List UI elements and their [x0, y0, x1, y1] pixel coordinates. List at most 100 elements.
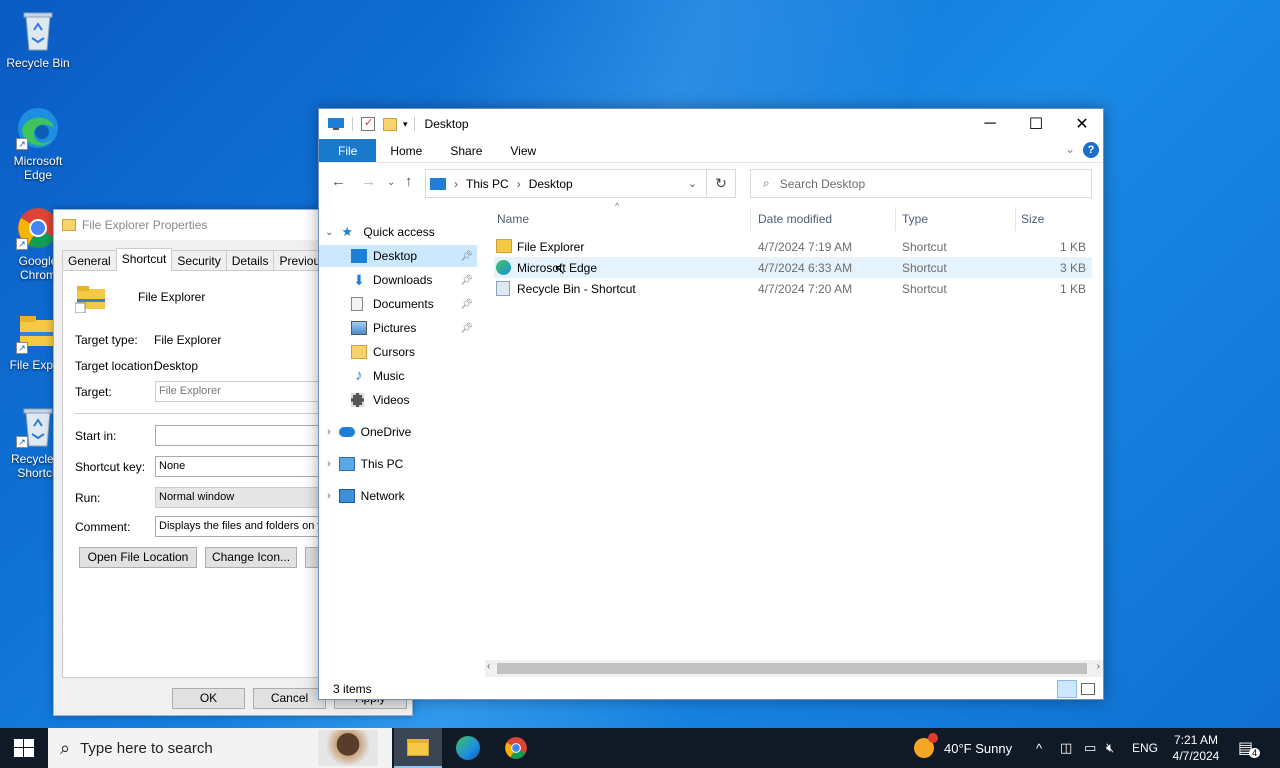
weather-widget[interactable]: 40°F Sunny — [914, 728, 1012, 768]
tab-shortcut[interactable]: Shortcut — [115, 248, 173, 271]
tab-security[interactable]: Security — [171, 250, 227, 271]
show-hidden-icons-icon[interactable]: ^ — [1036, 728, 1042, 768]
file-size: 1 KB — [1059, 239, 1086, 254]
file-size: 3 KB — [1059, 260, 1086, 275]
search-input[interactable]: Search Desktop — [780, 177, 865, 191]
file-date: 4/7/2024 7:20 AM — [758, 281, 853, 296]
clock[interactable]: 7:21 AM 4/7/2024 — [1166, 728, 1226, 768]
chevron-right-icon[interactable]: › — [327, 490, 331, 502]
close-icon[interactable]: ✕ — [1059, 109, 1105, 139]
weather-text: 40°F Sunny — [944, 740, 1013, 756]
taskbar-edge[interactable] — [444, 728, 492, 768]
chevron-right-icon[interactable]: › — [327, 426, 331, 438]
desktop-icon-label: Recycle Bin — [6, 56, 70, 70]
large-icons-view-icon[interactable] — [1081, 683, 1095, 695]
expand-ribbon-icon[interactable]: ⌄ — [1065, 142, 1075, 156]
chevron-right-icon[interactable]: › — [327, 458, 331, 470]
language-indicator[interactable]: ENG — [1132, 728, 1158, 768]
taskbar-search-input[interactable]: Type here to search — [80, 740, 213, 757]
folder-icon — [407, 738, 429, 756]
taskbar-search[interactable]: ⌕ Type here to search — [48, 728, 392, 768]
nav-item-pictures[interactable]: Pictures 📌︎ — [319, 317, 477, 339]
shortcut-arrow-icon: ↗ — [16, 138, 28, 150]
chevron-down-icon[interactable]: ⌄ — [325, 227, 333, 238]
details-view-icon[interactable] — [1057, 680, 1077, 698]
nav-item-documents[interactable]: Documents 📌︎ — [319, 293, 477, 315]
customize-toolbar-icon[interactable]: ▾ — [403, 119, 408, 130]
folder-icon — [62, 219, 76, 231]
file-date: 4/7/2024 7:19 AM — [758, 239, 853, 254]
clock-time: 7:21 AM — [1173, 733, 1219, 747]
nav-label: Videos — [373, 393, 410, 407]
change-icon-button[interactable]: Change Icon... — [205, 547, 297, 568]
open-file-location-button[interactable]: Open File Location — [79, 547, 197, 568]
maximize-icon[interactable]: ☐ — [1013, 109, 1059, 139]
picture-icon — [351, 321, 367, 335]
file-size: 1 KB — [1059, 281, 1086, 296]
column-header-type[interactable]: Type — [896, 207, 1010, 231]
file-date: 4/7/2024 6:33 AM — [758, 260, 853, 275]
desktop-icon-label: Microsoft — [13, 154, 63, 168]
nav-item-desktop[interactable]: Desktop 📌︎ — [319, 245, 477, 267]
address-box[interactable]: › This PC › Desktop ⌄ — [425, 169, 736, 198]
notifications-icon[interactable]: ▤ 4 — [1238, 728, 1261, 768]
explorer-titlebar[interactable]: ✓ ▾ Desktop ─ ☐ ✕ — [319, 109, 1103, 139]
tab-share[interactable]: Share — [436, 139, 496, 162]
file-row[interactable]: File Explorer 4/7/2024 7:19 AM Shortcut … — [494, 236, 1092, 257]
window-title: Desktop — [424, 117, 469, 131]
scroll-left-icon[interactable]: ‹ — [487, 661, 490, 672]
column-header-date[interactable]: Date modified — [752, 207, 892, 231]
nav-item-this-pc[interactable]: › This PC — [319, 453, 477, 475]
folder-icon — [351, 345, 367, 359]
nav-item-cursors[interactable]: Cursors — [319, 341, 477, 363]
ok-button[interactable]: OK — [172, 688, 245, 709]
help-icon[interactable]: ? — [1083, 142, 1099, 158]
taskbar-chrome[interactable] — [492, 728, 540, 768]
up-arrow-icon[interactable]: ↑ — [405, 173, 413, 190]
tab-view[interactable]: View — [496, 139, 550, 162]
file-row[interactable]: Microsoft Edge 4/7/2024 6:33 AM Shortcut… — [494, 257, 1092, 278]
file-type: Shortcut — [902, 239, 947, 254]
search-box[interactable]: ⌕ Search Desktop — [750, 169, 1092, 198]
monitor-icon — [328, 117, 344, 131]
tab-details[interactable]: Details — [225, 250, 275, 271]
column-header-size[interactable]: Size — [1015, 207, 1091, 231]
tab-file[interactable]: File — [319, 139, 377, 162]
nav-item-onedrive[interactable]: › OneDrive — [319, 421, 477, 443]
forward-arrow-icon[interactable]: → — [361, 173, 376, 190]
notification-count: 4 — [1249, 748, 1261, 758]
recent-locations-icon[interactable]: ⌄ — [387, 177, 395, 188]
scrollbar-thumb[interactable] — [497, 663, 1087, 674]
nav-item-quick-access[interactable]: ⌄ ★ Quick access — [319, 221, 477, 243]
address-dropdown-icon[interactable]: ⌄ — [688, 177, 697, 190]
nav-label: Cursors — [373, 345, 416, 359]
file-row[interactable]: Recycle Bin - Shortcut 4/7/2024 7:20 AM … — [494, 278, 1092, 299]
breadcrumb-this-pc[interactable]: This PC — [466, 177, 509, 191]
properties-checkmark-icon[interactable]: ✓ — [361, 117, 375, 131]
nav-item-videos[interactable]: Videos — [319, 389, 477, 411]
cancel-button[interactable]: Cancel — [253, 688, 326, 709]
desktop-icon-edge[interactable]: ↗ Microsoft Edge — [0, 106, 76, 182]
taskbar-file-explorer[interactable] — [394, 728, 442, 768]
desktop-icon-recycle-bin[interactable]: Recycle Bin — [0, 8, 76, 70]
new-folder-icon[interactable] — [383, 117, 397, 131]
nav-item-downloads[interactable]: ⬇ Downloads 📌︎ — [319, 269, 477, 291]
nav-item-network[interactable]: › Network — [319, 485, 477, 507]
tab-general[interactable]: General — [62, 250, 117, 271]
breadcrumb-separator-icon: › — [516, 176, 521, 191]
refresh-icon[interactable]: ↻ — [706, 169, 736, 198]
network-icon[interactable]: ▭ — [1084, 728, 1096, 768]
film-icon — [351, 393, 364, 407]
windows-start-icon[interactable] — [14, 739, 34, 757]
volume-muted-icon[interactable]: 🔇︎ — [1106, 728, 1114, 768]
minimize-icon[interactable]: ─ — [967, 109, 1013, 139]
breadcrumb-desktop[interactable]: Desktop — [529, 177, 573, 191]
file-explorer-window: ✓ ▾ Desktop ─ ☐ ✕ File Home Share View ⌄… — [318, 108, 1104, 700]
horizontal-scrollbar[interactable]: ‹ › — [485, 660, 1103, 677]
chrome-icon — [505, 737, 527, 759]
back-arrow-icon[interactable]: ← — [331, 173, 346, 190]
tab-home[interactable]: Home — [376, 139, 436, 162]
meet-now-icon[interactable]: ◫ — [1060, 728, 1072, 768]
nav-item-music[interactable]: ♪ Music — [319, 365, 477, 387]
scroll-right-icon[interactable]: › — [1097, 661, 1100, 672]
